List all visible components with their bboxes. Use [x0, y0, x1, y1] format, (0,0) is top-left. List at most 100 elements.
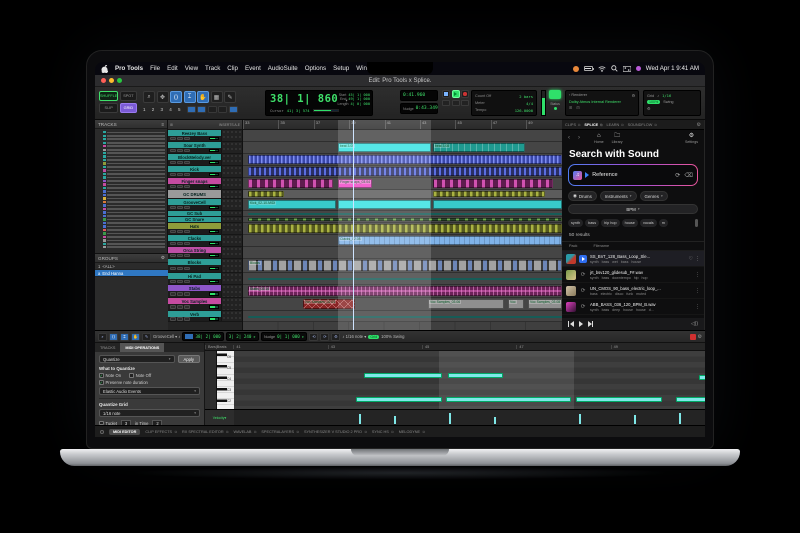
playhead[interactable]	[353, 120, 354, 330]
filter-drums[interactable]: ◉Drums	[568, 191, 597, 201]
note-grid[interactable]	[234, 351, 705, 409]
zoom-preset-b[interactable]	[197, 106, 206, 113]
pack-art[interactable]	[566, 286, 576, 296]
next-icon[interactable]	[588, 321, 594, 327]
tab-wavelab[interactable]: WAVELAB	[234, 430, 257, 434]
tag-synth[interactable]: synth	[568, 219, 583, 227]
midi-trim-icon[interactable]: ⟨⟩	[109, 333, 118, 341]
tracks-panel-menu-icon[interactable]: ≡	[161, 122, 164, 127]
play-button[interactable]	[452, 90, 460, 98]
midi-note[interactable]	[356, 397, 442, 402]
tag-vocals[interactable]: vocals	[640, 219, 657, 227]
player-play-icon[interactable]	[579, 321, 583, 327]
nav-settings[interactable]: ⚙Settings	[685, 133, 698, 144]
filter-bpm[interactable]: BPM▾	[568, 204, 698, 214]
track-header-hats[interactable]: Hats	[168, 223, 242, 235]
tab-learn[interactable]: LEARN	[607, 123, 624, 127]
midi-grid-selector[interactable]: ♪ 1/16 note ▾	[342, 334, 366, 339]
audio-clip[interactable]: beat 3.08	[433, 143, 525, 152]
menu-options[interactable]: Options	[305, 65, 326, 72]
zoom-preset-a[interactable]	[187, 106, 196, 113]
tag-house[interactable]: house	[622, 219, 638, 227]
forward-icon[interactable]: ›	[578, 135, 580, 141]
session-section[interactable]: Count Off2 bars Meter4/4 Tempo126.0000	[471, 90, 537, 116]
more-icon[interactable]: ⋮	[695, 288, 700, 294]
mode-slip-button[interactable]: SLIP	[99, 103, 118, 113]
midi-note[interactable]	[699, 375, 705, 380]
audio-clip[interactable]: Voc Samples_03.06	[428, 299, 504, 309]
midi-note[interactable]	[364, 373, 442, 378]
pack-art[interactable]	[566, 302, 576, 312]
midi-nudge-field[interactable]: Nudge0| 1| 000 ▸	[261, 332, 307, 341]
loop-icon[interactable]: ⟳	[579, 304, 587, 310]
tab-sync-hs[interactable]: SYNC HS	[372, 430, 394, 434]
tab-clip-effects[interactable]: CLIP EFFECTS	[145, 430, 177, 434]
tab-clips[interactable]: CLIPS	[565, 123, 580, 127]
track-header-groovecell[interactable]: GrooveCell	[168, 199, 242, 211]
filter-genres[interactable]: Genres▾	[640, 191, 668, 201]
apply-button[interactable]: Apply	[178, 355, 200, 363]
track-header-soar-synth[interactable]: Soar Synth	[168, 142, 242, 154]
refresh-icon[interactable]: ⟳	[675, 172, 680, 179]
pack-art[interactable]	[566, 254, 576, 264]
track-header-blockmelody[interactable]: BlockMelody.ver	[168, 154, 242, 166]
tab-synthesizer-v[interactable]: SYNTHESIZER V STUDIO 2 PRO	[304, 430, 367, 434]
preserve-duration-checkbox[interactable]: ✓	[99, 380, 104, 385]
midi-track-selector[interactable]: GrooveCell ▾ ♪	[153, 334, 180, 339]
audio-clip[interactable]	[433, 179, 553, 188]
renderer-section[interactable]: ‹ Renderer⚙ Dolby Atmos Internal Rendere…	[565, 90, 639, 116]
zoom-tool-icon[interactable]: ⌕	[143, 91, 155, 103]
audio-clip[interactable]: Voc	[508, 299, 524, 309]
midi-note[interactable]	[676, 397, 705, 402]
mode-grid-button[interactable]: GRID	[120, 103, 137, 113]
elastic-events-select[interactable]: Elastic Audio Events▾	[99, 387, 200, 395]
result-play-button[interactable]	[579, 255, 587, 263]
track-header-blocks[interactable]: Blocks	[168, 259, 242, 273]
track-header-reezey-bass[interactable]: Reezey Bass	[168, 130, 242, 142]
ops-tab-midi-operations[interactable]: MIDI OPERATIONS	[120, 343, 164, 352]
renderer-gear-icon[interactable]: ⚙	[632, 93, 635, 98]
operation-select[interactable]: Quantize▾	[99, 355, 175, 363]
grid-nudge-section[interactable]: Grid♪1/16 100%Swing ⚙	[643, 90, 701, 116]
track-header-stabs[interactable]: Stabs	[168, 285, 242, 298]
user-avatar-icon[interactable]	[636, 66, 641, 71]
tab-splice[interactable]: SPLICE	[584, 123, 602, 127]
track-header-voc-samples[interactable]: Voc Samples	[168, 298, 242, 311]
track-header-finger-snaps[interactable]: Finger snaps	[168, 178, 242, 190]
tab-midi-editor[interactable]: MIDI EDITOR	[109, 429, 140, 435]
loop-icon[interactable]: ⟳	[579, 288, 587, 294]
menu-event[interactable]: Event	[245, 65, 261, 72]
grabber-tool-icon[interactable]: ✋	[197, 91, 209, 103]
transport-nudge-field[interactable]: Nudge0:43.349	[400, 103, 438, 114]
tab-melodyne[interactable]: MELODYNE	[399, 430, 425, 434]
renderer-add-icon[interactable]: ⊞	[569, 105, 572, 110]
midi-select-icon[interactable]: ⌶	[120, 333, 129, 341]
more-icon[interactable]: ⋮	[695, 256, 700, 262]
result-row[interactable]: ⟳ UN_CMOS_90_bass_electric_loop_...bass …	[562, 283, 704, 299]
back-icon[interactable]: ‹	[568, 135, 570, 141]
menu-clock[interactable]: Wed Apr 1 9:41 AM	[646, 65, 699, 72]
tag-bass[interactable]: bass	[585, 219, 599, 227]
audio-clip[interactable]	[248, 179, 333, 188]
loop-button[interactable]	[442, 100, 450, 106]
midi-grid-pill[interactable]: Grid	[368, 335, 379, 339]
mode-shuffle-button[interactable]: SHUFFLE	[99, 91, 118, 101]
group-row-end-hanna[interactable]: aEnd Hanna	[95, 270, 168, 277]
group-row-all[interactable]: 1<ALL>	[95, 263, 168, 270]
note-on-checkbox[interactable]: ✓	[99, 373, 104, 378]
tracks-mini-list[interactable]	[95, 129, 167, 249]
selector-tool-icon[interactable]: ⌶	[184, 91, 196, 103]
menu-file[interactable]: File	[150, 65, 160, 72]
track-header-orca-string[interactable]: Orca String	[168, 247, 242, 259]
record-button[interactable]	[461, 90, 469, 98]
metronome-button[interactable]	[461, 100, 469, 106]
track-header-clacks[interactable]: Clacks	[168, 235, 242, 247]
piano-roll[interactable]: Bars|Beats 4143 4547 49 C6 C5 C4 C3 C2	[205, 343, 705, 425]
result-row[interactable]: ⟳ jrt_bsv120_glidesub_F#.wavsynth bass d…	[562, 267, 704, 283]
trim-tool-icon[interactable]: ⟨⟩	[170, 91, 182, 103]
note-off-checkbox[interactable]	[129, 373, 134, 378]
menu-setup[interactable]: Setup	[333, 65, 349, 72]
midi-settings-icon[interactable]: ⚙	[698, 334, 702, 340]
record-status-icon[interactable]	[573, 66, 579, 72]
return-button[interactable]	[452, 100, 460, 106]
